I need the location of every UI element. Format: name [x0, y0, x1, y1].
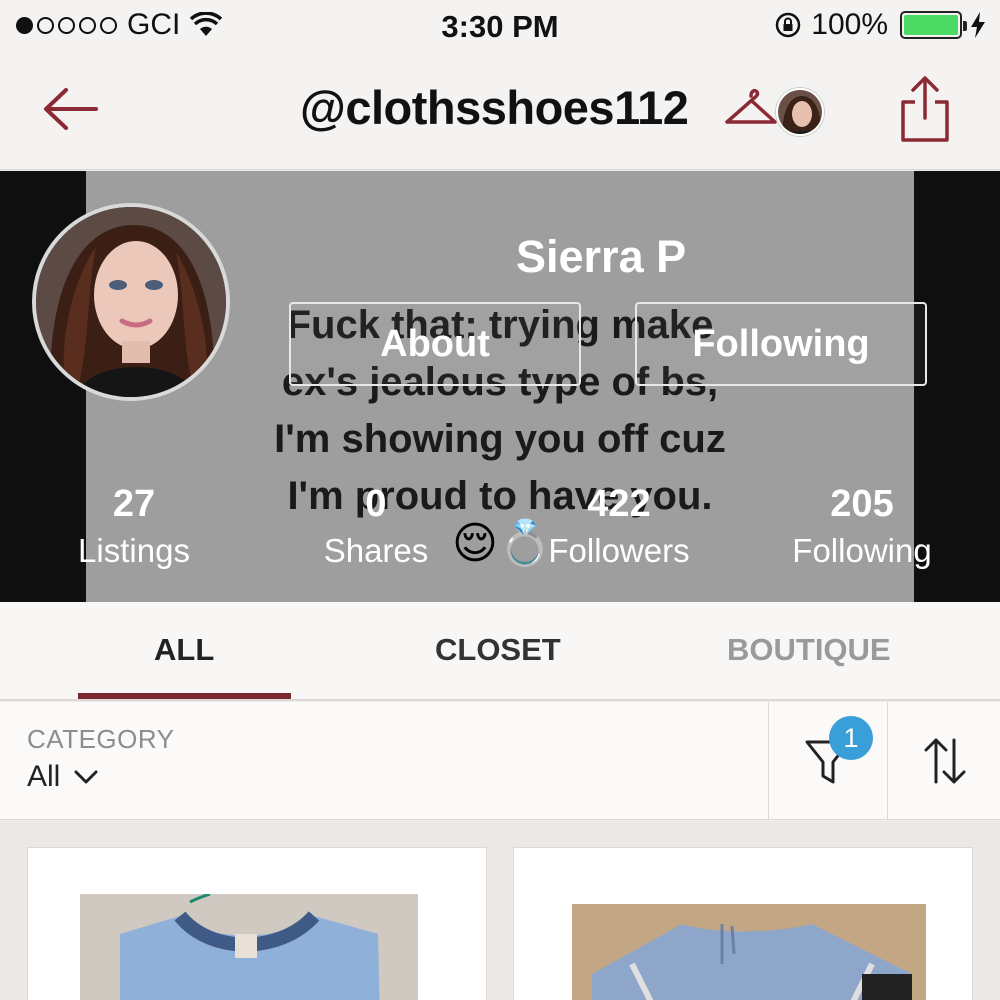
category-dropdown[interactable]: All [27, 760, 98, 794]
back-arrow-icon[interactable] [40, 84, 102, 134]
sort-icon [924, 738, 966, 784]
about-button[interactable]: About [289, 302, 581, 386]
closet-avatar[interactable] [776, 88, 824, 136]
filter-count-badge: 1 [829, 716, 873, 760]
nav-bar: @clothsshoes112 [0, 52, 1000, 170]
profile-avatar[interactable] [32, 203, 230, 401]
share-icon[interactable] [898, 74, 952, 144]
tab-all[interactable]: ALL [154, 632, 214, 668]
following-button[interactable]: Following [635, 302, 927, 386]
tab-closet[interactable]: CLOSET [435, 632, 561, 668]
charging-bolt-icon [971, 12, 985, 38]
listing-card[interactable] [27, 847, 487, 1000]
display-name: Sierra P [516, 231, 687, 282]
stat-value: 0 [365, 483, 387, 525]
stat-following[interactable]: 205 Following [742, 482, 982, 576]
stat-followers[interactable]: 422 Followers [499, 482, 739, 576]
listing-card[interactable] [513, 847, 973, 1000]
status-right: 100% [773, 8, 986, 42]
battery-icon [900, 11, 967, 39]
hanger-icon[interactable] [722, 86, 780, 132]
listing-grid [0, 821, 1000, 1000]
stat-value: 205 [830, 483, 894, 525]
filter-icon [805, 740, 851, 784]
stat-label: Listings [78, 532, 190, 569]
chevron-down-icon [74, 770, 98, 784]
profile-handle: @clothsshoes112 [300, 81, 689, 134]
stat-shares[interactable]: 0 Shares [256, 482, 496, 576]
category-label: CATEGORY [27, 724, 175, 754]
category-value: All [27, 760, 61, 793]
listing-photo [572, 904, 926, 1000]
stat-label: Followers [548, 532, 690, 569]
battery-percent: 100% [811, 8, 888, 41]
stat-value: 422 [587, 483, 651, 525]
tab-boutique[interactable]: BOUTIQUE [727, 632, 891, 668]
stat-value: 27 [112, 483, 156, 525]
profile-header: Fuck that: trying make ex's jealous type… [0, 171, 1000, 602]
listing-photo [80, 894, 418, 1000]
cover-line: I'm showing you off cuz [274, 417, 726, 461]
status-bar: GCI 3:30 PM 100% [0, 0, 1000, 52]
stat-label: Following [792, 532, 932, 569]
stat-label: Shares [323, 532, 429, 569]
active-tab-indicator [78, 693, 291, 699]
stat-listings[interactable]: 27 Listings [14, 482, 254, 576]
closet-tabs: ALL CLOSET BOUTIQUE [0, 602, 1000, 701]
rotation-lock-icon [776, 12, 801, 38]
filter-button[interactable] [769, 702, 887, 820]
sort-button[interactable] [888, 702, 1000, 820]
